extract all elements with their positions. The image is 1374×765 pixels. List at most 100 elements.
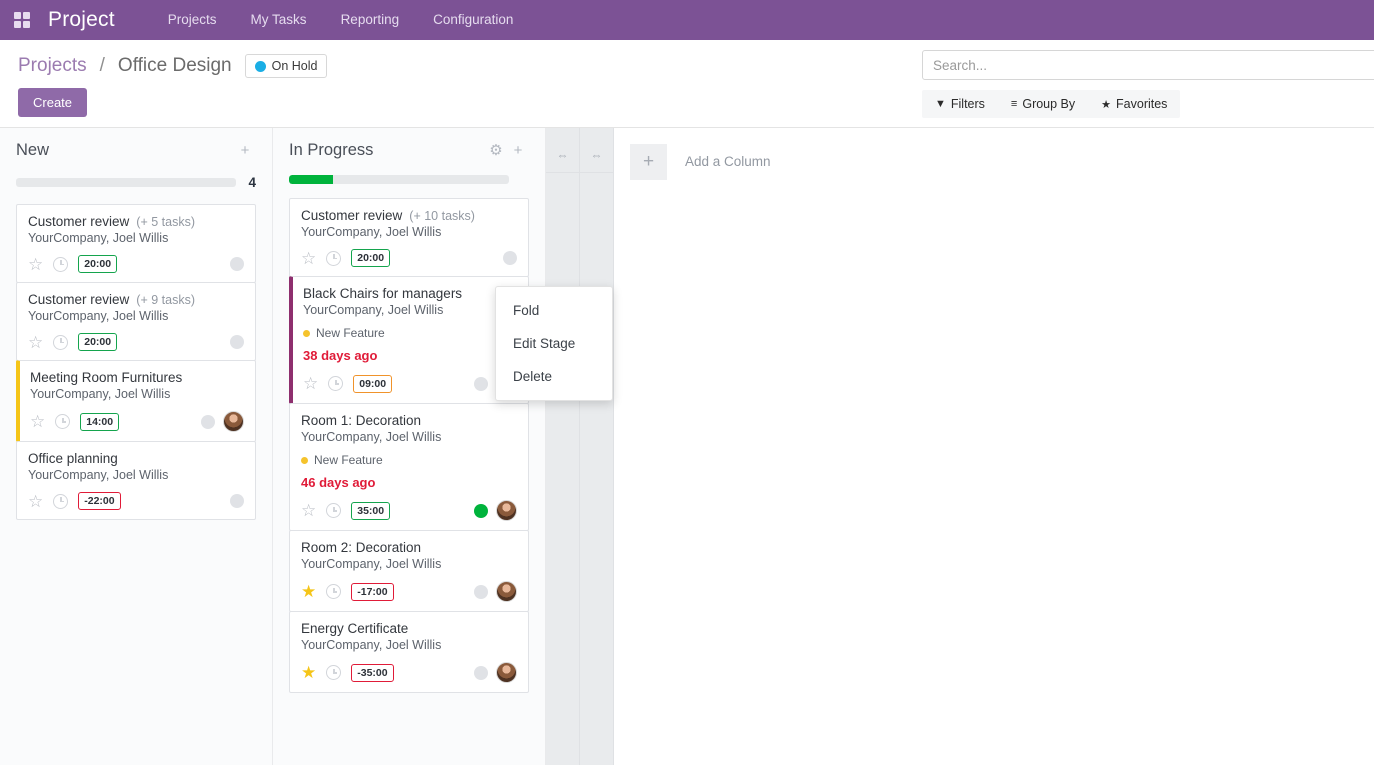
card-title-row: Customer review (+ 5 tasks) xyxy=(28,214,244,229)
avatar[interactable] xyxy=(496,662,517,683)
progress-bar-in-progress[interactable] xyxy=(289,175,509,184)
card-state-dot[interactable] xyxy=(474,503,488,518)
card-tag[interactable]: New Feature xyxy=(303,326,517,340)
column-title-new[interactable]: New xyxy=(16,141,234,160)
card-state-dot[interactable] xyxy=(503,251,517,265)
card-time-badge[interactable]: -35:00 xyxy=(351,663,394,682)
dropdown-item-edit-stage[interactable]: Edit Stage xyxy=(496,327,612,360)
card-footer-right xyxy=(474,500,517,521)
clock-icon[interactable] xyxy=(326,250,342,266)
card-company-assignee: YourCompany, Joel Willis xyxy=(301,225,442,239)
filter-bar: ▼ Filters ≡ Group By ★ Favorites xyxy=(922,90,1181,118)
kanban-card[interactable]: Room 1: Decoration YourCompany, Joel Will… xyxy=(289,403,529,531)
card-time-badge[interactable]: 20:00 xyxy=(351,249,391,267)
star-filled-icon[interactable]: ★ xyxy=(301,583,316,600)
nav-item-my-tasks[interactable]: My Tasks xyxy=(234,0,324,40)
clock-icon[interactable] xyxy=(326,665,342,680)
apps-grid-icon[interactable] xyxy=(14,12,30,28)
star-outline-icon[interactable]: ☆ xyxy=(28,334,43,351)
card-time-badge[interactable]: 09:00 xyxy=(353,374,393,393)
clock-icon[interactable] xyxy=(328,376,344,391)
card-time-badge[interactable]: 20:00 xyxy=(78,333,118,351)
card-footer-right xyxy=(474,662,517,683)
expand-horizontal-icon[interactable]: ⇔ xyxy=(580,138,613,172)
clock-icon[interactable] xyxy=(53,256,69,272)
group-by-button[interactable]: ≡ Group By xyxy=(998,90,1088,118)
control-panel: Projects / Office Design On Hold Create … xyxy=(0,40,1374,128)
folded-column-1[interactable]: ⇔ xyxy=(546,128,580,765)
star-outline-icon[interactable]: ☆ xyxy=(28,493,43,510)
clock-icon[interactable] xyxy=(326,584,342,599)
kanban-card[interactable]: Energy Certificate YourCompany, Joel Will… xyxy=(289,611,529,693)
card-title: Black Chairs for managers xyxy=(303,286,463,301)
card-company-assignee: YourCompany, Joel Willis xyxy=(30,387,171,401)
favorites-button[interactable]: ★ Favorites xyxy=(1088,90,1180,118)
kanban-card[interactable]: Meeting Room Furnitures YourCompany, Joel… xyxy=(16,360,256,442)
card-state-dot[interactable] xyxy=(201,414,215,429)
kanban-card[interactable]: Room 2: Decoration YourCompany, Joel Will… xyxy=(289,530,529,612)
nav-item-reporting[interactable]: Reporting xyxy=(324,0,417,40)
progress-bar-new[interactable] xyxy=(16,178,236,187)
nav-item-configuration[interactable]: Configuration xyxy=(416,0,530,40)
kanban-card[interactable]: Customer review (+ 9 tasks) YourCompany, J… xyxy=(16,282,256,361)
search-input[interactable] xyxy=(922,50,1374,80)
star-filled-icon[interactable]: ★ xyxy=(301,664,316,681)
card-company-assignee: YourCompany, Joel Willis xyxy=(28,231,169,245)
expand-horizontal-icon[interactable]: ⇔ xyxy=(546,138,579,172)
breadcrumb-projects-link[interactable]: Projects xyxy=(18,55,87,77)
dropdown-item-fold[interactable]: Fold xyxy=(496,294,612,327)
card-time-badge[interactable]: -17:00 xyxy=(351,582,394,601)
card-time-badge[interactable]: 35:00 xyxy=(351,501,391,520)
clock-icon[interactable] xyxy=(53,493,69,509)
clock-icon[interactable] xyxy=(55,414,71,429)
add-column-label[interactable]: Add a Column xyxy=(685,144,771,180)
star-outline-icon[interactable]: ☆ xyxy=(301,250,316,267)
kanban-card[interactable]: Black Chairs for managers YourCompany, Jo… xyxy=(289,276,529,404)
avatar[interactable] xyxy=(496,500,517,521)
clock-icon[interactable] xyxy=(326,503,342,518)
status-badge[interactable]: On Hold xyxy=(244,54,328,78)
card-list-in-progress: Customer review (+ 10 tasks) YourCompany, … xyxy=(289,198,529,693)
star-outline-icon[interactable]: ☆ xyxy=(301,502,316,519)
kanban-card[interactable]: Customer review (+ 5 tasks) YourCompany, J… xyxy=(16,204,256,283)
card-footer: ☆ 14:00 xyxy=(30,411,244,432)
star-outline-icon[interactable]: ☆ xyxy=(28,256,43,273)
card-state-dot[interactable] xyxy=(474,584,488,599)
add-card-plus-icon[interactable]: + xyxy=(234,142,256,159)
column-header-in-progress: In Progress ⚙ + xyxy=(289,128,529,162)
card-time-badge[interactable]: -22:00 xyxy=(78,492,121,510)
card-state-dot[interactable] xyxy=(474,376,488,391)
card-state-dot[interactable] xyxy=(230,494,244,508)
card-title-row: Room 1: Decoration xyxy=(301,413,517,428)
add-card-plus-icon[interactable]: + xyxy=(507,142,529,159)
tag-dot-icon xyxy=(301,456,308,464)
card-time-badge[interactable]: 20:00 xyxy=(78,255,118,273)
card-footer: ★ -17:00 xyxy=(301,581,517,602)
nav-item-projects[interactable]: Projects xyxy=(151,0,234,40)
add-column-plus-icon[interactable]: + xyxy=(630,144,667,180)
card-title: Customer review xyxy=(301,208,403,223)
group-by-icon: ≡ xyxy=(1010,98,1018,110)
clock-icon[interactable] xyxy=(53,334,69,350)
card-state-dot[interactable] xyxy=(230,257,244,271)
card-deadline-text: 46 days ago xyxy=(301,475,376,490)
star-outline-icon[interactable]: ☆ xyxy=(303,375,318,392)
kanban-card[interactable]: Customer review (+ 10 tasks) YourCompany, … xyxy=(289,198,529,277)
card-title: Room 2: Decoration xyxy=(301,540,422,555)
avatar[interactable] xyxy=(496,581,517,602)
filters-button[interactable]: ▼ Filters xyxy=(922,90,998,118)
card-time-badge[interactable]: 14:00 xyxy=(80,412,120,431)
folded-column-2[interactable]: ⇔ xyxy=(580,128,614,765)
column-title-in-progress[interactable]: In Progress xyxy=(289,141,485,160)
app-brand-title[interactable]: Project xyxy=(48,8,115,32)
dropdown-item-delete[interactable]: Delete xyxy=(496,360,612,393)
card-state-dot[interactable] xyxy=(474,665,488,680)
kanban-card[interactable]: Office planning YourCompany, Joel Willis ☆… xyxy=(16,441,256,520)
card-tag[interactable]: New Feature xyxy=(301,453,517,467)
avatar[interactable] xyxy=(223,411,244,432)
gear-icon[interactable]: ⚙ xyxy=(485,141,507,159)
card-company-assignee: YourCompany, Joel Willis xyxy=(301,430,442,444)
create-button[interactable]: Create xyxy=(18,88,88,117)
card-state-dot[interactable] xyxy=(230,335,244,349)
star-outline-icon[interactable]: ☆ xyxy=(30,413,45,430)
